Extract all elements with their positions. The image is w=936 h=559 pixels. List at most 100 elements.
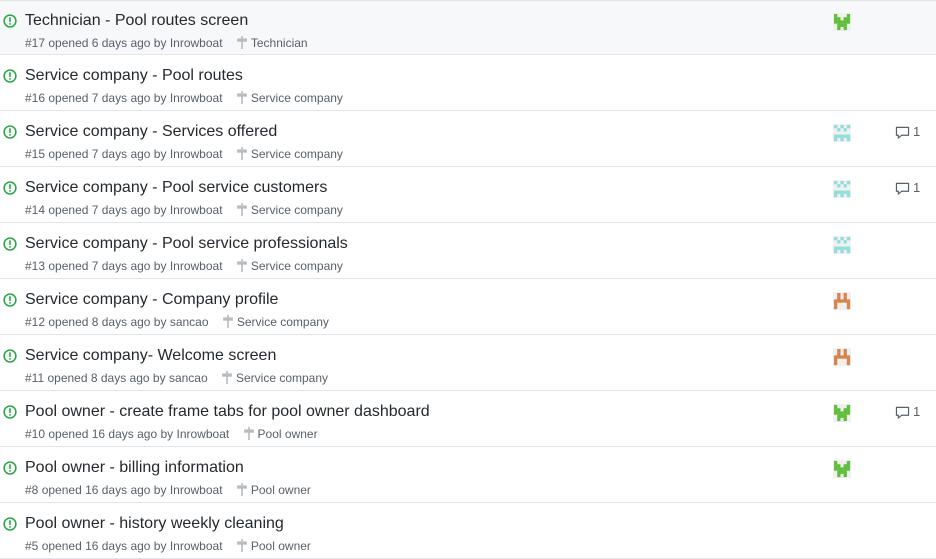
issue-meta: #16 opened 7 days ago by Inrowboat Servi… [25, 90, 343, 106]
milestone-link[interactable]: Service company [236, 202, 343, 218]
issue-title-link[interactable]: Pool owner - create frame tabs for pool … [25, 402, 430, 422]
milestone-link[interactable]: Pool owner [236, 538, 311, 554]
issue-opened-text: opened 8 days ago by [47, 371, 166, 385]
issue-title-link[interactable]: Service company - Pool service customers [25, 178, 327, 198]
assignee-avatar[interactable] [833, 348, 851, 366]
issue-author-link[interactable]: Inrowboat [170, 36, 223, 50]
issue-title-link[interactable]: Service company - Services offered [25, 122, 277, 142]
issue-author-link[interactable]: sancao [170, 315, 209, 329]
assignee-avatar[interactable] [833, 404, 851, 422]
issue-number: #13 [25, 259, 46, 273]
issue-opened-text: opened 16 days ago by [41, 483, 167, 497]
issue-opened-icon [3, 181, 17, 195]
assignee-avatar[interactable] [833, 292, 851, 310]
issue-author-link[interactable]: Inrowboat [170, 539, 223, 553]
milestone-link[interactable]: Pool owner [236, 482, 311, 498]
issue-title-link[interactable]: Service company- Welcome screen [25, 346, 276, 366]
issue-author-link[interactable]: Inrowboat [170, 483, 223, 497]
issue-title-link[interactable]: Service company - Pool service professio… [25, 234, 348, 254]
milestone-label: Service company [236, 315, 329, 329]
milestone-icon [237, 147, 247, 160]
issue-row[interactable]: Pool owner - create frame tabs for pool … [0, 392, 936, 447]
comment-count: 1 [913, 180, 921, 195]
milestone-label: Pool owner [250, 483, 311, 497]
milestone-label: Service company [235, 371, 329, 385]
milestone-icon [237, 259, 247, 272]
milestone-label: Service company [250, 259, 343, 273]
comment-icon [895, 406, 910, 419]
issue-opened-text: opened 6 days ago by [48, 36, 167, 50]
milestone-icon [223, 315, 233, 328]
assignee-avatar[interactable] [833, 124, 851, 142]
issue-number: #14 [25, 203, 46, 217]
issue-author-link[interactable]: Inrowboat [170, 147, 223, 161]
issue-author-link[interactable]: Inrowboat [170, 203, 223, 217]
issue-opened-text: opened 16 days ago by [41, 539, 167, 553]
issue-number: #5 [25, 539, 39, 553]
assignee-avatar[interactable] [833, 180, 851, 198]
milestone-icon [237, 91, 247, 104]
issue-opened-icon [3, 237, 17, 251]
assignee-avatar[interactable] [833, 13, 851, 31]
issue-title-link[interactable]: Pool owner - history weekly cleaning [25, 514, 284, 534]
issue-opened-text: opened 7 days ago by [48, 91, 167, 105]
milestone-link[interactable]: Service company [236, 258, 343, 274]
issue-row[interactable]: Service company- Welcome screen #11 open… [0, 336, 936, 391]
issue-title-link[interactable]: Service company - Pool routes [25, 66, 243, 86]
milestone-link[interactable]: Service company [222, 314, 329, 330]
issue-meta: #12 opened 8 days ago by sancao Service … [25, 314, 329, 330]
issue-opened-icon [3, 14, 17, 28]
issue-row[interactable]: Service company - Pool service professio… [0, 224, 936, 279]
issue-meta: #14 opened 7 days ago by Inrowboat Servi… [25, 202, 343, 218]
issue-meta: #10 opened 16 days ago by Inrowboat Pool… [25, 426, 318, 442]
issue-opened-text: opened 7 days ago by [48, 203, 167, 217]
issue-opened-text: opened 16 days ago by [48, 427, 174, 441]
assignee-avatar[interactable] [833, 460, 851, 478]
issue-number: #17 [25, 36, 46, 50]
issue-number: #12 [25, 315, 46, 329]
milestone-icon [222, 371, 232, 384]
milestone-link[interactable]: Service company [236, 90, 343, 106]
issue-row[interactable]: Pool owner - history weekly cleaning #5 … [0, 504, 936, 559]
milestone-label: Pool owner [250, 539, 311, 553]
issue-row[interactable]: Service company - Pool routes #16 opened… [0, 56, 936, 111]
issue-number: #8 [25, 483, 39, 497]
issue-row[interactable]: Technician - Pool routes screen #17 open… [0, 0, 936, 55]
milestone-link[interactable]: Service company [221, 370, 328, 386]
milestone-icon [237, 539, 247, 552]
issue-author-link[interactable]: Inrowboat [177, 427, 230, 441]
issue-author-link[interactable]: Inrowboat [170, 91, 223, 105]
milestone-icon [243, 427, 254, 440]
issue-title-link[interactable]: Pool owner - billing information [25, 458, 244, 478]
milestone-link[interactable]: Pool owner [243, 426, 318, 442]
issue-row[interactable]: Service company - Pool service customers… [0, 168, 936, 223]
issue-meta: #15 opened 7 days ago by Inrowboat Servi… [25, 146, 343, 162]
milestone-label: Service company [250, 147, 343, 161]
issue-title-link[interactable]: Service company - Company profile [25, 290, 278, 310]
milestone-link[interactable]: Technician [236, 35, 308, 51]
milestone-label: Technician [250, 36, 308, 50]
comment-icon [895, 182, 910, 195]
issue-opened-text: opened 7 days ago by [48, 147, 167, 161]
issue-number: #11 [25, 371, 45, 385]
comments-link[interactable]: 1 [895, 124, 920, 140]
comments-link[interactable]: 1 [895, 404, 920, 420]
issue-row[interactable]: Service company - Services offered #15 o… [0, 112, 936, 167]
issue-opened-icon [3, 69, 17, 83]
issue-title-link[interactable]: Technician - Pool routes screen [25, 11, 248, 31]
assignee-avatar[interactable] [833, 236, 851, 254]
issue-opened-icon [3, 405, 17, 419]
issue-author-link[interactable]: sancao [169, 371, 208, 385]
milestone-label: Pool owner [257, 427, 318, 441]
issue-row[interactable]: Service company - Company profile #12 op… [0, 280, 936, 335]
issue-opened-text: opened 8 days ago by [48, 315, 167, 329]
issue-number: #10 [25, 427, 46, 441]
milestone-link[interactable]: Service company [236, 146, 343, 162]
issue-number: #16 [25, 91, 46, 105]
issue-meta: #17 opened 6 days ago by Inrowboat Techn… [25, 35, 308, 51]
issue-author-link[interactable]: Inrowboat [170, 259, 223, 273]
milestone-icon [237, 483, 247, 496]
issue-opened-icon [3, 293, 17, 307]
issue-row[interactable]: Pool owner - billing information #8 open… [0, 448, 936, 503]
comments-link[interactable]: 1 [895, 180, 920, 196]
